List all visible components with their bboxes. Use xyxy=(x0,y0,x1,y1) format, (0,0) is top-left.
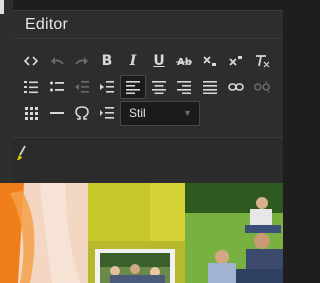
side-accent xyxy=(0,0,4,14)
editor-content-area[interactable] xyxy=(13,138,283,184)
paint-brush-icon[interactable] xyxy=(16,145,32,166)
horizontal-line-icon xyxy=(50,111,64,115)
chevron-down-icon: ▼ xyxy=(183,108,192,118)
unlink-icon xyxy=(254,81,270,93)
bold-label: B xyxy=(101,53,113,69)
link-icon xyxy=(228,82,244,92)
increase-indent-button[interactable] xyxy=(94,75,120,99)
align-right-button[interactable] xyxy=(171,75,197,99)
italic-label: I xyxy=(129,53,137,69)
redo-button[interactable] xyxy=(69,49,95,73)
source-code-button[interactable] xyxy=(18,49,44,73)
remove-format-button[interactable] xyxy=(249,49,275,73)
bulleted-list-icon xyxy=(50,80,64,94)
redo-icon xyxy=(75,55,89,67)
styles-dropdown[interactable]: Stil ▼ xyxy=(120,101,200,126)
bold-button[interactable]: B xyxy=(94,49,120,73)
underline-button[interactable]: U xyxy=(146,49,172,73)
increase-indent-icon xyxy=(100,80,114,94)
decrease-indent-button[interactable] xyxy=(69,75,95,99)
undo-button[interactable] xyxy=(44,49,70,73)
horizontal-line-button[interactable] xyxy=(44,101,70,125)
special-character-button[interactable] xyxy=(69,101,95,125)
italic-button[interactable]: I xyxy=(120,49,146,73)
underline-label: U xyxy=(153,53,165,69)
align-center-button[interactable] xyxy=(146,75,172,99)
subscript-icon xyxy=(203,54,217,68)
table-button[interactable] xyxy=(18,101,44,125)
page-break-icon xyxy=(100,106,114,120)
strikethrough-icon: Ab xyxy=(176,54,192,68)
editor-title: Editor xyxy=(25,16,68,33)
page-break-button[interactable] xyxy=(94,101,120,125)
styles-dropdown-value: Stil xyxy=(129,106,146,120)
justify-icon xyxy=(203,80,217,94)
subscript-button[interactable] xyxy=(197,49,223,73)
superscript-button[interactable] xyxy=(223,49,249,73)
special-character-icon xyxy=(75,106,89,120)
source-code-icon xyxy=(24,55,38,67)
strikethrough-button[interactable]: Ab xyxy=(171,49,197,73)
side-strip xyxy=(0,0,13,183)
unlink-button[interactable] xyxy=(249,75,275,99)
decrease-indent-icon xyxy=(75,80,89,94)
remove-format-icon xyxy=(254,54,270,68)
background-photo xyxy=(0,183,283,283)
editor-panel: Editor B I U Ab Stil ▼ xyxy=(13,10,283,184)
superscript-icon xyxy=(229,54,243,68)
numbered-list-button[interactable] xyxy=(18,75,44,99)
justify-button[interactable] xyxy=(197,75,223,99)
table-icon xyxy=(24,106,38,120)
undo-icon xyxy=(50,55,64,67)
link-button[interactable] xyxy=(223,75,249,99)
align-right-icon xyxy=(177,80,191,94)
align-left-button[interactable] xyxy=(120,75,146,99)
divider xyxy=(13,38,283,39)
bulleted-list-button[interactable] xyxy=(44,75,70,99)
align-left-icon xyxy=(126,80,140,94)
align-center-icon xyxy=(152,80,166,94)
numbered-list-icon xyxy=(24,80,38,94)
